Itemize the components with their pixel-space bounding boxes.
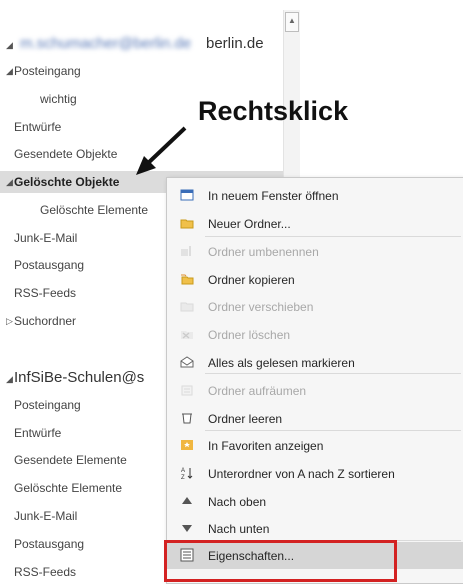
empty-folder-icon <box>180 411 194 425</box>
folder-label: Gesendete Elemente <box>14 453 127 467</box>
folder-row[interactable]: Gesendete Objekte <box>0 143 283 165</box>
svg-text:Z: Z <box>181 475 185 480</box>
menu-item-folder[interactable]: Neuer Ordner... <box>167 210 463 237</box>
folder-label: Gelöschte Objekte <box>14 175 120 189</box>
expand-icon[interactable]: ▷ <box>6 310 13 332</box>
menu-item-star-folder[interactable]: In Favoriten anzeigen <box>167 432 463 459</box>
folder-label: Suchordner <box>14 314 77 328</box>
envelope-open-icon <box>180 355 194 369</box>
menu-item-arrow-down[interactable]: Nach unten <box>167 515 463 542</box>
menu-item-sort-az[interactable]: A Z Unterordner von A nach Z sortieren <box>167 460 463 487</box>
folder-label: RSS-Feeds <box>14 286 77 300</box>
collapse-icon[interactable]: ◢ <box>6 60 13 82</box>
svg-text:A: A <box>181 468 185 474</box>
menu-separator <box>205 373 461 374</box>
menu-item-label: Alles als gelesen markieren <box>208 356 355 370</box>
sort-az-icon: AZ <box>180 466 194 481</box>
menu-item-label: Ordner verschieben <box>208 300 314 314</box>
star-folder-icon <box>180 438 194 452</box>
folder-label: Junk-E-Mail <box>14 509 78 523</box>
menu-item-cleanup[interactable]: Ordner aufräumen <box>167 377 463 404</box>
menu-item-empty-folder[interactable]: Ordner leeren <box>167 405 463 432</box>
folder-label: Gesendete Objekte <box>14 147 118 161</box>
move-folder-icon <box>180 299 194 313</box>
menu-item-label: In neuem Fenster öffnen <box>208 189 339 203</box>
menu-item-label: Ordner aufräumen <box>208 384 307 398</box>
cleanup-icon <box>180 383 194 397</box>
menu-item-new-window[interactable]: In neuem Fenster öffnen <box>167 182 463 209</box>
menu-item-delete-folder[interactable]: Ordner löschen <box>167 321 463 348</box>
menu-item-move-folder[interactable]: Ordner verschieben <box>167 293 463 320</box>
folder-label: Gelöschte Elemente <box>14 481 123 495</box>
folder-label: Postausgang <box>14 258 85 272</box>
menu-item-arrow-up[interactable]: Nach oben <box>167 488 463 515</box>
menu-item-label: Ordner umbenennen <box>208 245 319 259</box>
scroll-up-icon[interactable]: ▲ <box>285 12 299 32</box>
delete-folder-icon <box>180 327 194 341</box>
folder-icon <box>180 216 194 230</box>
folder-label: wichtig <box>40 92 77 106</box>
menu-item-envelope-open[interactable]: Alles als gelesen markieren <box>167 349 463 376</box>
menu-separator <box>205 430 461 431</box>
account-label: InfSiBe-Schulen@s <box>14 369 145 386</box>
new-window-icon <box>180 188 194 202</box>
folder-label: Junk-E-Mail <box>14 231 78 245</box>
folder-label: Gelöschte Elemente <box>40 203 149 217</box>
menu-item-label: Nach oben <box>208 495 267 509</box>
menu-item-label: Ordner kopieren <box>208 273 295 287</box>
collapse-icon[interactable]: ◢ <box>6 171 13 193</box>
folder-label: Posteingang <box>14 64 81 78</box>
folder-label: RSS-Feeds <box>14 565 77 579</box>
menu-item-label: Ordner leeren <box>208 412 283 426</box>
folder-row[interactable]: ◢ Posteingang <box>0 60 283 82</box>
collapse-icon[interactable]: ◢ <box>6 368 13 390</box>
collapse-icon[interactable]: ◢ <box>6 34 13 56</box>
account-email-blurred: m.schumacher@berlin.de <box>20 35 192 52</box>
highlight-box <box>164 540 397 582</box>
rename-icon <box>180 244 194 258</box>
context-menu: In neuem Fenster öffnen Neuer Ordner... Or… <box>166 177 463 584</box>
menu-item-label: Ordner löschen <box>208 328 291 342</box>
menu-item-label: Unterordner von A nach Z sortieren <box>208 467 395 481</box>
menu-item-label: Nach unten <box>208 522 270 536</box>
menu-item-rename[interactable]: Ordner umbenennen <box>167 238 463 265</box>
menu-item-copy-folder[interactable]: Ordner kopieren <box>167 266 463 293</box>
arrow-down-icon <box>180 521 194 535</box>
account-email-domain: berlin.de <box>206 35 264 52</box>
folder-label: Posteingang <box>14 398 81 412</box>
menu-item-label: Neuer Ordner... <box>208 217 291 231</box>
folder-label: Postausgang <box>14 537 85 551</box>
annotation-label: Rechtsklick <box>198 96 349 126</box>
menu-separator <box>205 236 461 237</box>
copy-folder-icon <box>180 272 194 286</box>
folder-label: Entwürfe <box>14 120 62 134</box>
account-header-1[interactable]: ◢ m.schumacher@berlin.de berlin.de <box>0 33 283 59</box>
menu-item-label: In Favoriten anzeigen <box>208 439 324 453</box>
arrow-up-icon <box>180 494 194 508</box>
folder-label: Entwürfe <box>14 426 62 440</box>
